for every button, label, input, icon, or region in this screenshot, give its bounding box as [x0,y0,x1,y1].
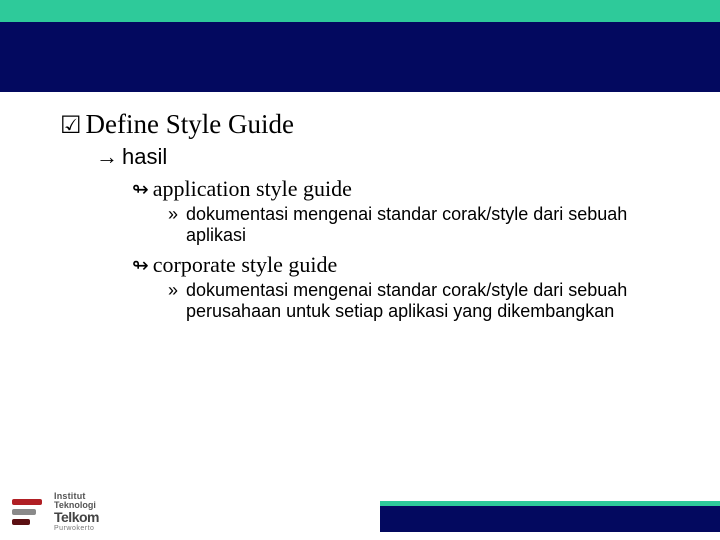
outline-level-3: ↬ corporate style guide [132,252,660,278]
logo-line-4: Purwokerto [54,525,99,532]
logo-text: Institut Teknologi Telkom Purwokerto [54,492,99,533]
footer-accent-bar [380,501,720,532]
top-accent-bar [0,0,720,22]
logo-mark-icon [12,494,48,530]
pointing-hand-icon: ↬ [132,180,149,200]
logo-line-3: Telkom [54,510,99,525]
arrow-right-icon: → [96,146,118,168]
raquo-icon: » [168,205,178,223]
outline-level-3: ↬ application style guide [132,176,660,202]
institution-logo: Institut Teknologi Telkom Purwokerto [12,490,152,534]
lvl4-text: dokumentasi mengenai standar corak/style… [186,204,660,246]
raquo-icon: » [168,281,178,299]
outline-level-4: » dokumentasi mengenai standar corak/sty… [168,280,660,322]
lvl2-text: hasil [122,144,660,170]
checkbox-icon: ☑ [60,114,82,138]
lvl3-text: corporate style guide [153,252,660,278]
slide-content: ☑ Define Style Guide → hasil ↬ applicati… [60,108,660,322]
outline-level-1: ☑ Define Style Guide [60,108,660,142]
lvl3-text: application style guide [153,176,660,202]
outline-level-2: → hasil [96,144,660,170]
pointing-hand-icon: ↬ [132,256,149,276]
outline-level-4: » dokumentasi mengenai standar corak/sty… [168,204,660,246]
footer-blue-body [380,506,720,532]
title-band [0,22,720,92]
lvl4-text: dokumentasi mengenai standar corak/style… [186,280,660,322]
lvl1-text: Define Style Guide [86,108,660,142]
slide-footer: Institut Teknologi Telkom Purwokerto [0,484,720,540]
